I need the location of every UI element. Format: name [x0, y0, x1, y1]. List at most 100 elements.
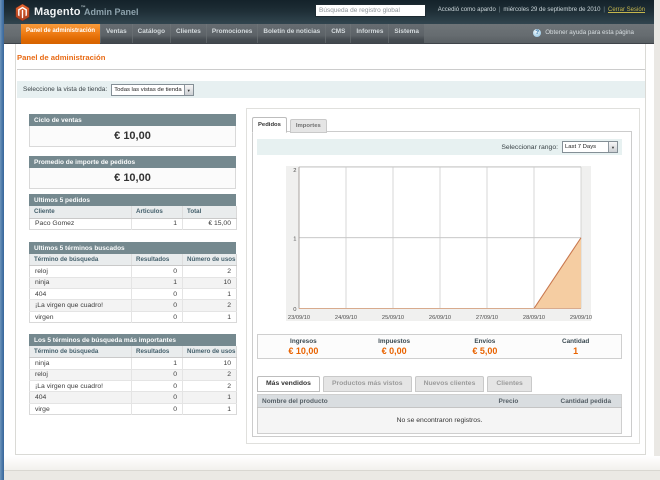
col-product-name: Nombre del producto — [257, 394, 495, 408]
widget-col-header: Resultados — [131, 253, 183, 267]
table-cell: 1 — [227, 313, 231, 321]
grid-tab-3[interactable]: Clientes — [487, 376, 532, 392]
y-tick-label: 2 — [293, 168, 296, 174]
col-qty: Cantidad pedida — [556, 394, 622, 408]
orders-chart: 0 1 2 23/09/10 24/09/10 25/09/10 26/09/10 27/09… — [286, 166, 592, 321]
grid-tab-1[interactable]: Productos más vistos — [322, 376, 412, 392]
x-tick-label: 29/09/10 — [570, 315, 592, 321]
table-cell: 1 — [131, 277, 183, 290]
grid-tab-0[interactable]: Más vendidos — [257, 376, 320, 392]
table-cell: virgen — [29, 311, 132, 323]
total-value: € 10,00 — [288, 346, 319, 356]
diagram-tab-1[interactable]: Importes — [289, 119, 327, 133]
table-cell: 1 — [131, 218, 183, 230]
col-price: Precio — [494, 394, 557, 408]
total-value: 1 — [573, 346, 579, 356]
widget-col-header: Término de búsqueda — [29, 345, 132, 359]
store-switcher-bar: Seleccione la vista de tienda: Todas las… — [17, 81, 645, 98]
total-label: Impuestos — [378, 338, 411, 345]
store-switcher-label: Seleccione la vista de tienda: — [23, 86, 108, 93]
widget-4: Los 5 términos de búsqueda más important… — [29, 333, 237, 416]
table-cell: ¡La virgen que cuadro! — [29, 299, 132, 312]
table-cell: 1 — [227, 405, 231, 413]
store-switcher-value: Todas las vistas de tienda — [114, 86, 182, 93]
table-cell: 0 — [131, 403, 183, 415]
store-switcher-select[interactable]: Todas las vistas de tienda ▼ — [111, 83, 194, 96]
table-cell: 2 — [182, 265, 237, 278]
total-1: Impuestos € 0,00 — [349, 335, 440, 358]
widget-value: € 10,00 — [29, 125, 236, 147]
header-user-info: Accedió como apardo | miércoles 29 de se… — [438, 0, 645, 19]
grid-tabs: Más vendidos Productos más vistos Nuevos c… — [257, 376, 535, 392]
table-row: ¡La virgen que cuadro! 0 2 — [29, 380, 237, 393]
y-tick-label: 1 — [293, 236, 296, 242]
total-0: Ingresos € 10,00 — [258, 335, 349, 358]
table-cell: 2 — [182, 299, 237, 312]
widget-0: Ciclo de ventas € 10,00 — [29, 113, 236, 147]
totals-row: Ingresos € 10,00 Impuestos € 0,00 Envíos € 5,… — [257, 334, 622, 359]
nav-item-5[interactable]: Boletín de noticias — [258, 24, 326, 43]
table-cell: virge — [29, 403, 132, 415]
dropdown-arrow-icon: ▼ — [183, 84, 193, 95]
table-cell: 1 — [182, 288, 237, 301]
widget-col-header: Resultados — [131, 345, 183, 359]
widget-col-header: Total — [182, 206, 237, 219]
table-cell: 404 — [29, 391, 132, 404]
nav-item-0[interactable]: Panel de administración — [21, 24, 101, 44]
total-3: Cantidad 1 — [530, 335, 621, 358]
table-row: virgen 0 1 — [29, 311, 237, 323]
magento-logo-icon — [15, 4, 30, 21]
diagram-tab-0[interactable]: Pedidos — [252, 117, 287, 133]
widget-col-header: Número de usos — [182, 253, 237, 267]
help-icon: ? — [533, 28, 542, 37]
widget-2: Ultimos 5 pedidos Cliente Articulos Total Pa… — [29, 194, 237, 231]
nav-item-1[interactable]: Ventas — [101, 24, 132, 43]
total-label: Cantidad — [561, 338, 590, 345]
nav-item-4[interactable]: Promociones — [206, 24, 258, 43]
y-tick-label: 0 — [293, 307, 296, 313]
x-tick-label: 26/09/10 — [429, 315, 451, 321]
widget-title: Promedio de importe de pedidos — [29, 155, 236, 168]
total-value: € 0,00 — [381, 346, 407, 356]
magento-admin-screen: Magento™ Admin Panel Accedió como apardo… — [0, 0, 660, 480]
widget-title: Ultimos 5 pedidos — [29, 194, 236, 206]
table-cell: € 15,00 — [208, 220, 231, 228]
grid-tab-2[interactable]: Nuevos clientes — [414, 376, 485, 392]
x-tick-label: 28/09/10 — [523, 315, 545, 321]
x-tick-label: 24/09/10 — [335, 315, 357, 321]
dropdown-arrow-icon: ▼ — [608, 142, 617, 152]
table-row: reloj 0 2 — [29, 265, 237, 278]
nav-item-2[interactable]: Catálogo — [132, 24, 170, 43]
range-label: Seleccionar rango: — [501, 143, 558, 151]
global-search-input[interactable] — [315, 4, 426, 17]
range-value: Last 7 Days — [565, 144, 597, 150]
table-cell: reloj — [29, 265, 132, 278]
window-edge-left — [0, 0, 4, 480]
table-cell: reloj — [29, 369, 132, 382]
table-cell: 0 — [131, 311, 183, 323]
range-bar: Seleccionar rango: Last 7 Days ▼ — [257, 139, 622, 155]
x-tick-label: 27/09/10 — [476, 315, 498, 321]
nav-item-7[interactable]: Informes — [351, 24, 389, 43]
table-row: 404 0 1 — [29, 391, 237, 404]
admin-panel-label: Admin Panel — [84, 7, 139, 17]
table-cell: 0 — [131, 369, 183, 382]
table-cell: 0 — [131, 299, 183, 312]
nav-item-6[interactable]: CMS — [326, 24, 351, 43]
nav-item-3[interactable]: Clientes — [170, 24, 206, 43]
page-title: Panel de administración — [17, 53, 106, 62]
nav-item-8[interactable]: Sistema — [389, 24, 424, 43]
range-select[interactable]: Last 7 Days ▼ — [562, 141, 618, 153]
x-tick-label: 25/09/10 — [382, 315, 404, 321]
logged-in-as: Accedió como apardo — [437, 6, 496, 13]
separator: | — [498, 6, 501, 13]
help-link[interactable]: ? Obtener ayuda para esta página — [533, 24, 634, 41]
widget-col-header: Término de búsqueda — [29, 253, 132, 267]
table-cell: 0 — [131, 288, 183, 301]
x-tick-label: 23/09/10 — [288, 315, 310, 321]
table-cell: 2 — [182, 369, 237, 382]
logout-link[interactable]: Cerrar Sesión — [608, 7, 645, 13]
table-cell: 10 — [182, 357, 237, 370]
total-2: Envíos € 5,00 — [440, 335, 531, 358]
total-label: Envíos — [474, 338, 496, 345]
